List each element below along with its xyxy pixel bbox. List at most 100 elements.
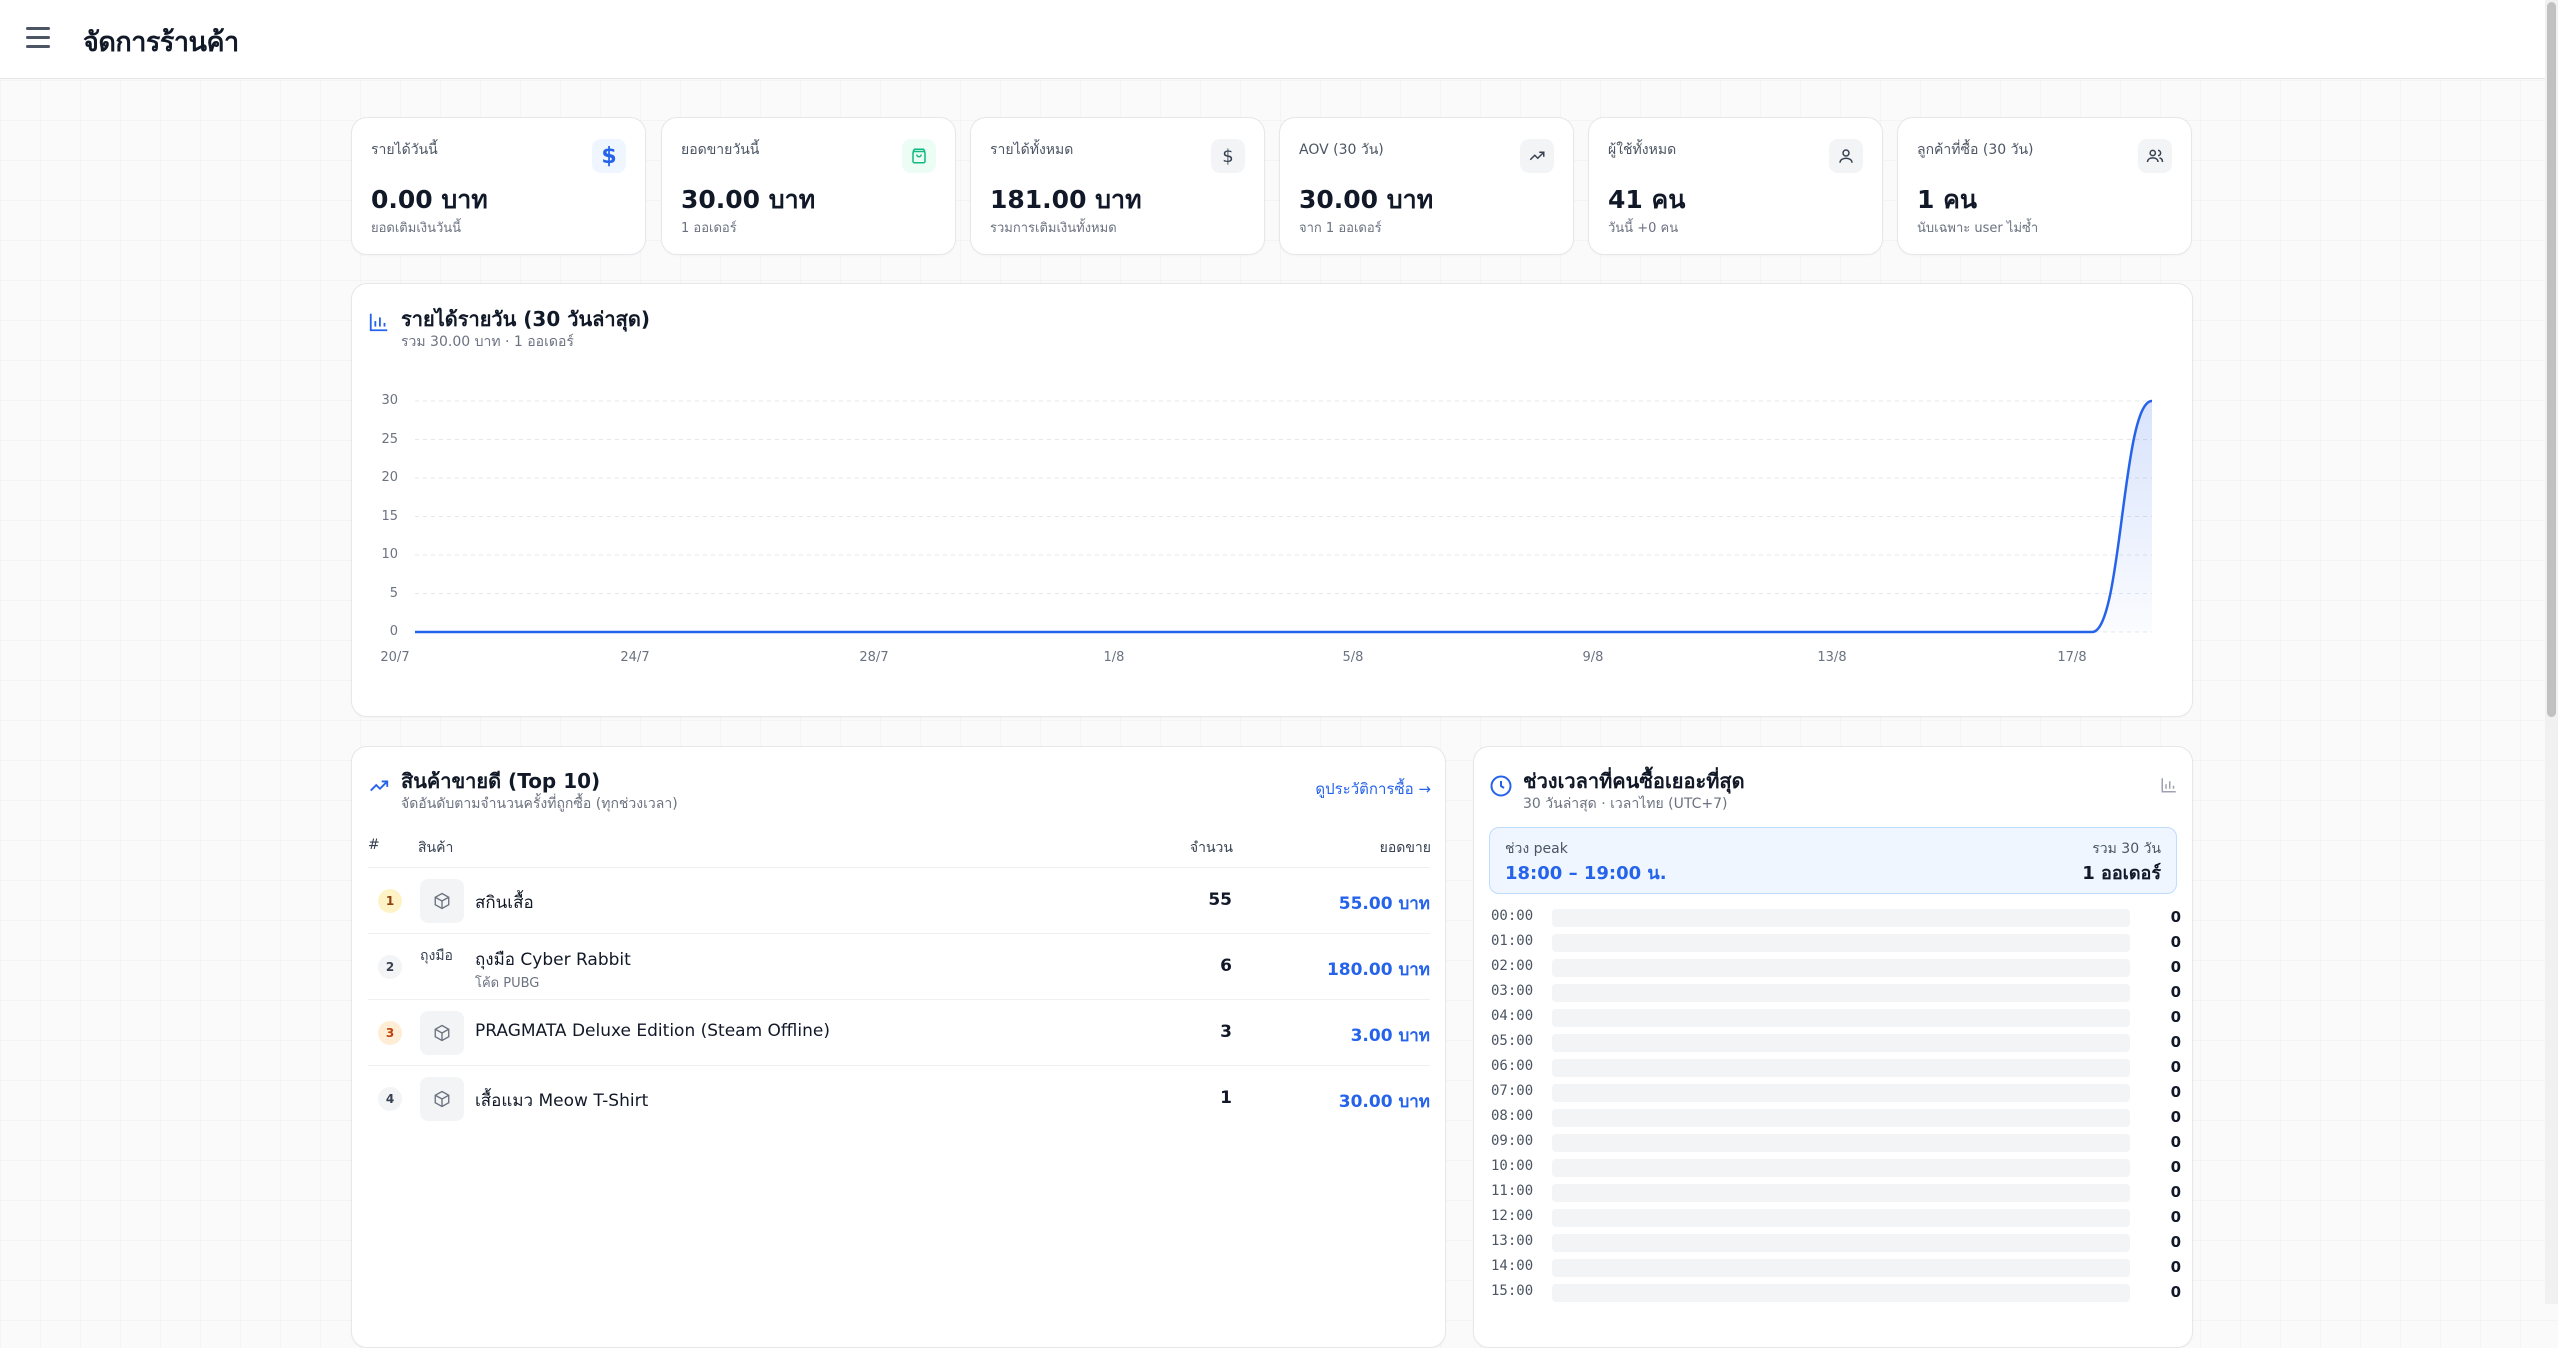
hour-count: 0 <box>2170 1208 2181 1226</box>
hour-row: 04:00 0 <box>1491 1005 2181 1030</box>
hour-count: 0 <box>2170 1083 2181 1101</box>
table-row[interactable]: 3 PRAGMATA Deluxe Edition (Steam Offline… <box>368 999 1430 1066</box>
hour-bar-track <box>1552 1209 2130 1227</box>
stat-sub: ยอดเติมเงินวันนี้ <box>371 221 462 236</box>
hour-bar-track <box>1552 934 2130 952</box>
stat-label: รายได้วันนี้ <box>371 142 438 158</box>
scrollbar-thumb[interactable] <box>2547 2 2556 717</box>
hour-count: 0 <box>2170 908 2181 926</box>
hour-count: 0 <box>2170 1283 2181 1301</box>
hour-bar-track <box>1552 959 2130 977</box>
data-point[interactable] <box>589 626 601 638</box>
bar-chart-icon[interactable] <box>2160 776 2178 794</box>
data-point[interactable] <box>828 626 840 638</box>
product-qty: 55 <box>1208 890 1232 910</box>
stat-label: ยอดขายวันนี้ <box>681 142 760 158</box>
data-point[interactable] <box>1667 626 1679 638</box>
hour-row: 00:00 0 <box>1491 905 2181 930</box>
product-name: ถุงมือ Cyber Rabbit <box>475 950 631 970</box>
scrollbar[interactable] <box>2545 0 2558 1304</box>
product-qty: 6 <box>1220 956 1232 976</box>
data-point[interactable] <box>2146 395 2158 407</box>
data-point[interactable] <box>1248 626 1260 638</box>
users-icon <box>2138 139 2172 173</box>
hour-count: 0 <box>2170 1158 2181 1176</box>
data-point[interactable] <box>529 626 541 638</box>
data-point[interactable] <box>1547 626 1559 638</box>
column-header-rank: # <box>368 837 380 853</box>
hour-count: 0 <box>2170 1008 2181 1026</box>
stat-value: 30.00 บาท <box>1299 185 1434 214</box>
series-line <box>415 399 2153 634</box>
data-point[interactable] <box>888 626 900 638</box>
data-point[interactable] <box>948 626 960 638</box>
dollar-icon: $ <box>592 139 626 173</box>
stat-label: ลูกค้าที่ซื้อ (30 วัน) <box>1917 142 2034 158</box>
hour-label: 14:00 <box>1491 1258 1534 1274</box>
data-point[interactable] <box>1008 626 1020 638</box>
data-point[interactable] <box>649 626 661 638</box>
hour-label: 09:00 <box>1491 1133 1534 1149</box>
data-point[interactable] <box>708 626 720 638</box>
hour-bar-track <box>1552 909 2130 927</box>
data-point[interactable] <box>1427 626 1439 638</box>
data-point[interactable] <box>1128 626 1140 638</box>
hour-label: 03:00 <box>1491 983 1534 999</box>
data-point[interactable] <box>469 626 481 638</box>
hour-count: 0 <box>2170 983 2181 1001</box>
top-products-card: สินค้าขายดี (Top 10) จัดอันดับตามจำนวนคร… <box>351 746 1446 1348</box>
data-point[interactable] <box>409 626 421 638</box>
hour-count: 0 <box>2170 1058 2181 1076</box>
column-header-qty: จำนวน <box>1189 840 1233 856</box>
data-point[interactable] <box>1727 626 1739 638</box>
product-qty: 3 <box>1220 1022 1232 1042</box>
data-point[interactable] <box>1607 626 1619 638</box>
rank-badge: 4 <box>378 1087 402 1111</box>
hour-label: 12:00 <box>1491 1208 1534 1224</box>
menu-icon[interactable] <box>26 27 50 49</box>
user-icon <box>1829 139 1863 173</box>
hour-bar-track <box>1552 1234 2130 1252</box>
hour-row: 10:00 0 <box>1491 1155 2181 1180</box>
hour-row: 14:00 0 <box>1491 1255 2181 1280</box>
hour-row: 09:00 0 <box>1491 1130 2181 1155</box>
data-point[interactable] <box>768 626 780 638</box>
hour-label: 13:00 <box>1491 1233 1534 1249</box>
hour-count: 0 <box>2170 958 2181 976</box>
data-point[interactable] <box>2026 626 2038 638</box>
data-point[interactable] <box>1906 626 1918 638</box>
product-sub: โค้ด PUBG <box>475 976 540 991</box>
hour-label: 11:00 <box>1491 1183 1534 1199</box>
hour-row: 07:00 0 <box>1491 1080 2181 1105</box>
hour-count: 0 <box>2170 1233 2181 1251</box>
section-subtitle: 30 วันล่าสุด · เวลาไทย (UTC+7) <box>1523 796 1728 812</box>
hour-count: 0 <box>2170 1258 2181 1276</box>
stat-card-revenue-total: รายได้ทั้งหมด $ 181.00 บาท รวมการเติมเงิ… <box>970 117 1265 255</box>
hour-label: 06:00 <box>1491 1058 1534 1074</box>
data-point[interactable] <box>1307 626 1319 638</box>
data-point[interactable] <box>2086 626 2098 638</box>
data-point[interactable] <box>1068 626 1080 638</box>
series-area <box>415 401 2152 632</box>
product-name: PRAGMATA Deluxe Edition (Steam Offline) <box>475 1021 830 1041</box>
table-row[interactable]: 1 สกินเสื้อ 55 55.00 บาท <box>368 867 1430 934</box>
peak-value: 18:00 – 19:00 น. <box>1505 863 1667 884</box>
table-row[interactable]: 4 เสื้อแมว Meow T-Shirt 1 30.00 บาท <box>368 1065 1430 1132</box>
hour-bar-track <box>1552 1034 2130 1052</box>
x-tick: 13/8 <box>1817 650 1847 665</box>
package-icon <box>420 1077 464 1121</box>
data-point[interactable] <box>1188 626 1200 638</box>
hour-count: 0 <box>2170 1033 2181 1051</box>
product-amount: 30.00 บาท <box>1338 1092 1430 1112</box>
stat-label: รายได้ทั้งหมด <box>990 142 1074 158</box>
data-point[interactable] <box>1787 626 1799 638</box>
data-point[interactable] <box>1487 626 1499 638</box>
data-point[interactable] <box>1367 626 1379 638</box>
purchase-history-link[interactable]: ดูประวัติการซื้อ → <box>1315 777 1431 801</box>
table-row[interactable]: 2 ถุงมือ ถุงมือ Cyber Rabbit โค้ด PUBG 6… <box>368 933 1430 1000</box>
rank-badge: 1 <box>378 889 402 913</box>
revenue-chart-card: รายได้รายวัน (30 วันล่าสุด) รวม 30.00 บา… <box>351 283 2193 717</box>
data-point[interactable] <box>1966 626 1978 638</box>
column-header-amount: ยอดขาย <box>1379 840 1431 856</box>
data-point[interactable] <box>1847 626 1859 638</box>
